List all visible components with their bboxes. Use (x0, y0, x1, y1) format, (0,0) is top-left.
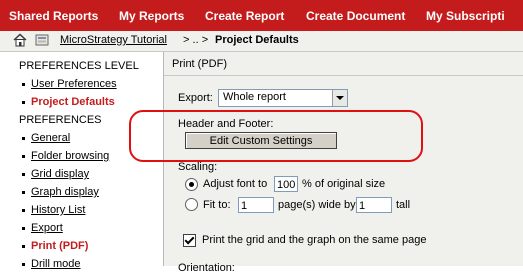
fit-to-radio[interactable] (185, 198, 198, 211)
breadcrumb-separator: > .. > (180, 34, 212, 46)
bullet-icon (22, 262, 25, 266)
adjust-font-label: Adjust font to (203, 178, 268, 190)
breadcrumb-project-link[interactable]: MicroStrategy Tutorial (60, 34, 167, 46)
orientation-label: Orientation: (178, 262, 235, 274)
export-select-value: Whole report (223, 91, 286, 103)
sidebar-item-grid-display[interactable]: Grid display (22, 168, 89, 180)
sidebar-item-export[interactable]: Export (22, 222, 63, 234)
sidebar-item-drill-mode[interactable]: Drill mode (22, 258, 81, 270)
sidebar-item-print-pdf[interactable]: Print (PDF) (22, 240, 88, 252)
adjust-font-suffix: % of original size (302, 178, 386, 190)
same-page-label: Print the grid and the graph on the same… (202, 234, 427, 246)
fit-wide-input[interactable]: 1 (238, 197, 274, 213)
bullet-icon (22, 208, 25, 212)
breadcrumb-current: Project Defaults (215, 34, 299, 46)
bullet-icon (22, 82, 25, 86)
scaling-label: Scaling: (178, 161, 218, 173)
sidebar-item-label: Project Defaults (31, 96, 115, 108)
sidebar-item-graph-display[interactable]: Graph display (22, 186, 99, 198)
title-divider (164, 75, 523, 76)
sidebar-item-label[interactable]: Drill mode (31, 258, 81, 270)
project-icon (35, 34, 49, 46)
highlight-annotation (129, 110, 423, 162)
sidebar-item-label[interactable]: Grid display (31, 168, 89, 180)
sidebar-item-label[interactable]: General (31, 132, 70, 144)
sidebar-item-user-preferences[interactable]: User Preferences (22, 78, 117, 90)
bullet-icon (22, 190, 25, 194)
fit-wide-suffix: page(s) wide by (278, 199, 356, 211)
panel-title: Print (PDF) (172, 58, 227, 70)
bullet-icon (22, 100, 25, 104)
bullet-icon (22, 226, 25, 230)
breadcrumb: MicroStrategy Tutorial > .. > Project De… (0, 31, 523, 52)
tab-shared-reports[interactable]: Shared Reports (9, 9, 98, 23)
export-label: Export: (178, 92, 213, 104)
bullet-icon (22, 172, 25, 176)
sidebar-item-label: Print (PDF) (31, 240, 89, 252)
bullet-icon (22, 136, 25, 140)
bullet-icon (22, 154, 25, 158)
adjust-font-radio[interactable] (185, 178, 198, 191)
preferences-header: PREFERENCES (19, 114, 102, 126)
adjust-font-input[interactable]: 100 (274, 176, 298, 192)
fit-tall-input[interactable]: 1 (356, 197, 392, 213)
sidebar-item-label[interactable]: Export (31, 222, 63, 234)
chevron-down-icon[interactable] (332, 90, 347, 106)
bullet-icon (22, 244, 25, 248)
sidebar-item-general[interactable]: General (22, 132, 70, 144)
fit-to-label: Fit to: (203, 199, 231, 211)
sidebar-item-label[interactable]: User Preferences (31, 78, 117, 90)
top-navigation: Shared Reports My Reports Create Report … (0, 0, 523, 31)
tab-my-subscriptions[interactable]: My Subscripti (426, 9, 505, 23)
sidebar-item-history-list[interactable]: History List (22, 204, 85, 216)
sidebar-item-label[interactable]: History List (31, 204, 85, 216)
sidebar-item-folder-browsing[interactable]: Folder browsing (22, 150, 109, 162)
fit-tall-suffix: tall (396, 199, 411, 211)
sidebar-item-label[interactable]: Folder browsing (31, 150, 109, 162)
export-select[interactable]: Whole report (218, 89, 348, 107)
tab-create-report[interactable]: Create Report (205, 9, 284, 23)
preferences-level-header: PREFERENCES LEVEL (19, 60, 139, 72)
home-icon[interactable] (13, 33, 27, 47)
sidebar-item-label[interactable]: Graph display (31, 186, 99, 198)
sidebar-item-project-defaults[interactable]: Project Defaults (22, 96, 115, 108)
tab-create-document[interactable]: Create Document (306, 9, 405, 23)
tab-my-reports[interactable]: My Reports (119, 9, 184, 23)
same-page-checkbox[interactable] (183, 234, 196, 247)
